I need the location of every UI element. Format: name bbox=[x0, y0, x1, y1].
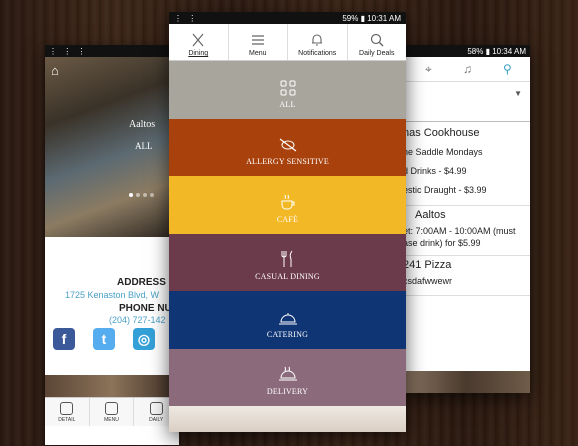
detail-icon bbox=[60, 401, 74, 415]
status-bar: 58% ▮ 10:34 AM bbox=[403, 45, 530, 57]
bell-icon[interactable]: ♫ bbox=[463, 62, 472, 76]
list-item-title: 241 Pizza bbox=[403, 259, 452, 271]
top-tab-bar: Dining Menu Notifications Daily Deals bbox=[169, 24, 406, 61]
map-pin-icon[interactable]: ⌖ bbox=[425, 62, 432, 77]
right-phone-screen: 58% ▮ 10:34 AM ⌖ ♫ ⚲ ▼ nas Cookhouse he … bbox=[403, 45, 530, 393]
tag-icon bbox=[149, 401, 163, 415]
category-all[interactable]: ALL bbox=[169, 61, 406, 119]
search-icon bbox=[370, 33, 384, 47]
bell-icon bbox=[312, 34, 323, 46]
chevron-down-icon: ▼ bbox=[514, 89, 522, 98]
cloche-icon bbox=[278, 312, 297, 324]
filter-dropdown[interactable]: ▼ bbox=[403, 81, 530, 122]
nav-daily-label: DAILY bbox=[149, 416, 164, 423]
food-photo-strip bbox=[45, 375, 179, 397]
category-allergy-sensitive[interactable]: ALLERGY SENSITIVE bbox=[169, 118, 406, 176]
menu-book-icon bbox=[105, 401, 118, 415]
left-phone-screen: ⋮ ⋮ ⋮ ⌂ Aaltos ALL ADDRESS 1725 Kenaston… bbox=[45, 45, 179, 445]
tab-notifications[interactable]: Notifications bbox=[288, 24, 348, 60]
food-photo-strip bbox=[403, 371, 530, 393]
status-bar: ⋮ ⋮ ⋮ bbox=[45, 45, 179, 57]
home-icon[interactable]: ⌂ bbox=[51, 63, 59, 78]
status-bar: ⋮ ⋮ 59% ▮ 10:31 AM bbox=[169, 12, 406, 24]
nav-detail[interactable]: DETAIL bbox=[45, 398, 90, 426]
hero-subtitle: ALL bbox=[135, 141, 153, 151]
tab-daily-deals[interactable]: Daily Deals bbox=[348, 24, 407, 60]
phone-number[interactable]: (204) 727-142 bbox=[109, 315, 166, 325]
coffee-cup-icon bbox=[281, 194, 294, 209]
list-item-title: nas Cookhouse bbox=[403, 127, 480, 139]
list-item[interactable]: 241 Pizza csdafwwewr bbox=[403, 255, 530, 296]
status-right: 58% ▮ 10:34 AM bbox=[467, 46, 526, 56]
list-item-line: csdafwwewr bbox=[403, 276, 453, 286]
category-cafe[interactable]: CAFÉ bbox=[169, 176, 406, 234]
category-casual-dining-label: CASUAL DINING bbox=[255, 272, 320, 281]
nav-menu-label: MENU bbox=[104, 416, 119, 423]
tab-notifications-label: Notifications bbox=[298, 50, 337, 57]
restaurant-hero-image: ⌂ Aaltos ALL bbox=[45, 57, 179, 237]
tab-dining[interactable]: Dining bbox=[169, 24, 229, 60]
no-peanut-icon bbox=[279, 138, 296, 152]
carousel-dots[interactable] bbox=[129, 193, 154, 197]
tab-daily-deals-label: Daily Deals bbox=[359, 50, 395, 57]
category-casual-dining[interactable]: CASUAL DINING bbox=[169, 233, 406, 291]
search-icon[interactable]: ⚲ bbox=[503, 62, 512, 76]
list-item-title: Aaltos bbox=[415, 209, 446, 221]
list-item-line: estic Draught - $3.99 bbox=[403, 185, 487, 195]
footer-image-strip bbox=[169, 406, 406, 432]
status-right: 59% ▮ 10:31 AM bbox=[342, 13, 401, 23]
category-cafe-label: CAFÉ bbox=[276, 214, 299, 224]
category-delivery-label: DELIVERY bbox=[266, 387, 309, 396]
bottom-nav: DETAIL MENU DAILY bbox=[45, 397, 179, 426]
tab-menu[interactable]: Menu bbox=[229, 24, 288, 60]
category-delivery[interactable]: DELIVERY bbox=[169, 348, 406, 406]
category-catering-label: CATERING bbox=[266, 329, 309, 339]
category-allergy-label: ALLERGY SENSITIVE bbox=[246, 157, 329, 166]
category-catering[interactable]: CATERING bbox=[169, 291, 406, 349]
list-item[interactable]: Aaltos et: 7:00AM - 10:00AM (must ase dr… bbox=[403, 205, 530, 256]
list-item-line: he Saddle Mondays bbox=[403, 147, 483, 157]
list-item-line: d Drinks - $4.99 bbox=[403, 166, 467, 176]
toolbar: ⌖ ♫ ⚲ bbox=[403, 57, 530, 82]
center-phone-screen: ⋮ ⋮ 59% ▮ 10:31 AM Dining Menu Notificat… bbox=[169, 12, 406, 432]
list-item[interactable]: nas Cookhouse he Saddle Mondays d Drinks… bbox=[403, 121, 530, 206]
twitter-icon[interactable]: t bbox=[93, 328, 115, 350]
status-icons: ⋮ ⋮ bbox=[174, 13, 199, 23]
nav-menu[interactable]: MENU bbox=[90, 398, 135, 426]
hamburger-menu-icon bbox=[251, 35, 264, 45]
grid-icon bbox=[280, 80, 295, 95]
address-title: ADDRESS bbox=[117, 277, 166, 288]
tab-dining-label: Dining bbox=[188, 50, 209, 57]
facebook-icon[interactable]: f bbox=[53, 328, 75, 350]
nav-detail-label: DETAIL bbox=[58, 416, 76, 423]
address-line[interactable]: 1725 Kenaston Blvd, W bbox=[65, 290, 159, 300]
list-item-line: et: 7:00AM - 10:00AM (must bbox=[403, 226, 516, 236]
status-icons: ⋮ ⋮ ⋮ bbox=[49, 46, 88, 56]
list-item-line: ase drink) for $5.99 bbox=[403, 238, 481, 248]
delivery-icon bbox=[278, 366, 297, 381]
tripadvisor-icon[interactable]: ◎ bbox=[133, 328, 155, 350]
tab-menu-label: Menu bbox=[248, 50, 267, 57]
fork-knife-icon bbox=[281, 250, 292, 267]
fork-knife-icon bbox=[192, 33, 204, 47]
category-all-label: ALL bbox=[279, 99, 296, 109]
hero-title: Aaltos bbox=[129, 119, 156, 130]
